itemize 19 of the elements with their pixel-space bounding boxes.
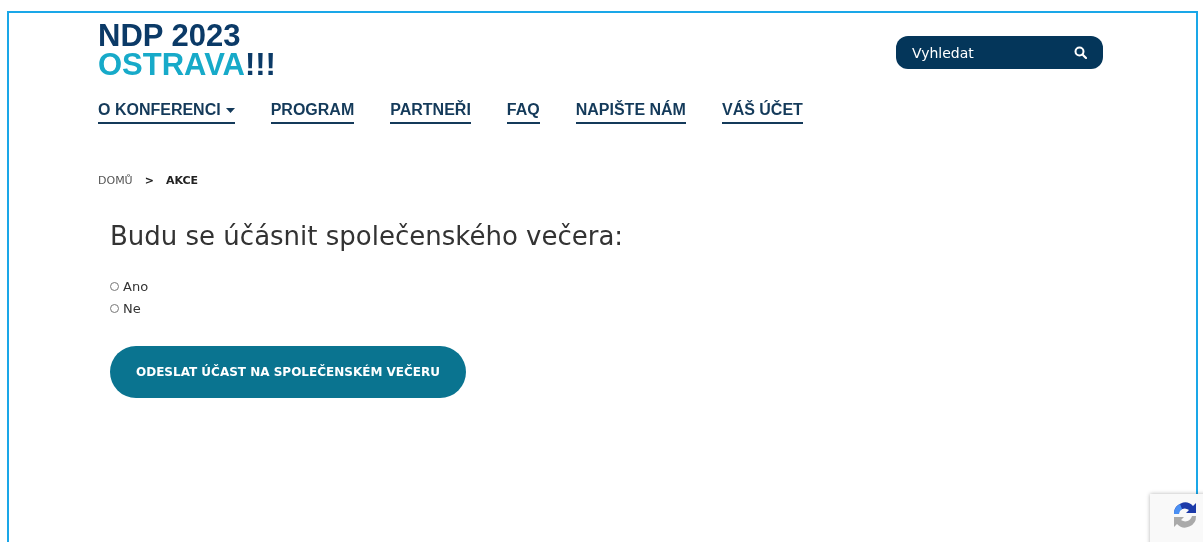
- nav-link[interactable]: PARTNEŘI: [390, 101, 471, 124]
- logo-title: NDP 2023: [98, 21, 242, 50]
- nav-link[interactable]: VÁŠ ÚČET: [721, 101, 803, 124]
- logo-subtitle: OSTRAVA: [98, 50, 245, 79]
- logo-exclamation: !!!: [244, 50, 276, 79]
- nav-link[interactable]: FAQ: [506, 101, 540, 124]
- breadcrumb-item[interactable]: DOMŮ: [98, 174, 133, 187]
- breadcrumb-separator: >: [144, 174, 154, 187]
- search-field[interactable]: Vyhledat: [896, 36, 1103, 69]
- search-icon[interactable]: [1074, 46, 1087, 59]
- nav-link[interactable]: NAPIŠTE NÁM: [575, 101, 686, 124]
- nav-link[interactable]: PROGRAM: [270, 101, 355, 124]
- caret-icon: [225, 107, 235, 113]
- nav-link[interactable]: O KONFERENCI: [98, 101, 235, 124]
- submit-button[interactable]: ODESLAT ÚČAST NA SPOLEČENSKÉM VEČERU: [110, 346, 466, 398]
- form-question: Budu se účásnit společenského večera:: [110, 221, 625, 251]
- breadcrumb-item: AKCE: [165, 174, 199, 187]
- radio-label[interactable]: Ano: [123, 279, 149, 294]
- radio-label[interactable]: Ne: [123, 301, 141, 316]
